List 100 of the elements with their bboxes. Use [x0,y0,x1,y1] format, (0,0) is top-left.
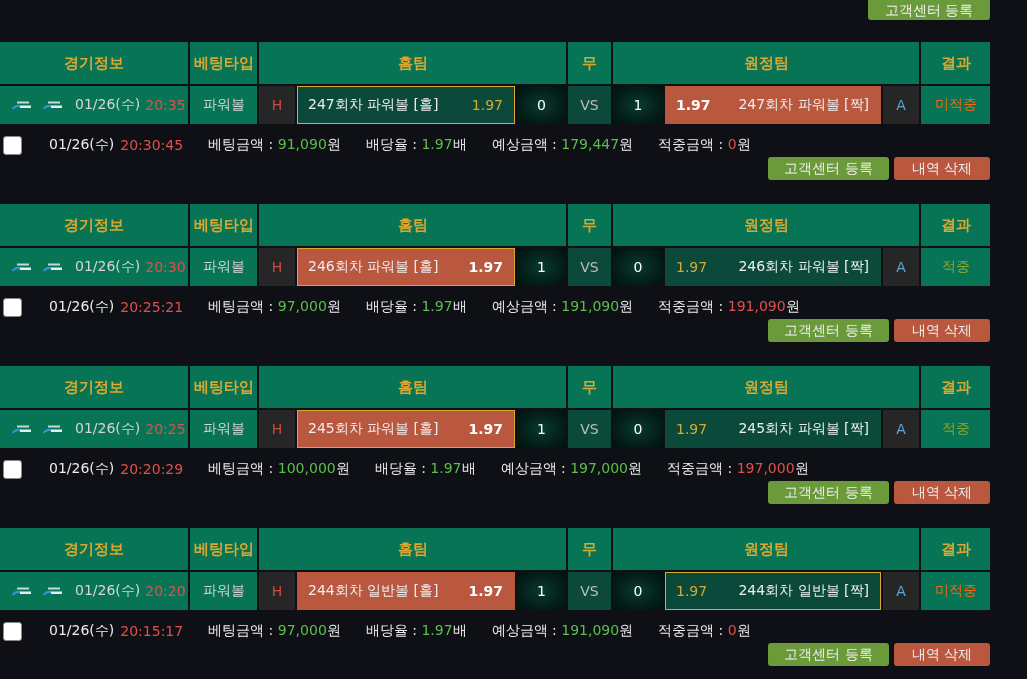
column-header: 홈팀 [259,42,566,84]
pick-label: 244회차 일반볼 [짝] [738,582,869,600]
summary-text: 예상금액 : 191,090원 [491,622,634,640]
support-button[interactable]: 고객센터 등록 [768,643,889,666]
support-button[interactable]: 고객센터 등록 [768,157,889,180]
summary-text: 배당율 : 1.97배 [365,622,467,640]
summary-text: 배당율 : 1.97배 [365,136,467,154]
column-header: 무 [568,528,611,570]
bet-type-cell: 파워볼 [190,86,257,124]
column-header: 홈팀 [259,528,566,570]
versus-cell: VS [568,248,611,286]
match-date: 01/26(수) [75,582,141,600]
column-header: 경기정보 [0,42,188,84]
support-button[interactable]: 고객센터 등록 [768,319,889,342]
odds-value: 1.97 [468,583,503,599]
odds-value: 1.97 [676,421,708,437]
bet-time: 20:30:45 [120,137,184,153]
summary-text: 적중금액 : 0원 [658,622,751,640]
column-header: 경기정보 [0,366,188,408]
result-cell: 미적중 [921,572,990,610]
column-header: 결과 [921,528,990,570]
swoosh-logo-icon [43,424,63,434]
swoosh-logo-icon [12,586,32,596]
support-button[interactable]: 고객센터 등록 [868,0,990,20]
score-cell: 0 [613,572,663,610]
versus-cell: VS [568,410,611,448]
swoosh-logo-icon [12,262,32,272]
bet-type-cell: 파워볼 [190,248,257,286]
score-cell: 0 [613,248,663,286]
swoosh-logo-icon [43,586,63,596]
odds-value: 1.97 [676,97,711,113]
column-header: 베팅타입 [190,204,257,246]
column-header: 베팅타입 [190,366,257,408]
swoosh-logo-icon [12,100,32,110]
pick-label: 246회차 파워볼 [홀] [308,258,439,276]
checkbox[interactable] [3,135,22,155]
column-header: 원정팀 [613,42,919,84]
summary-text: 예상금액 : 179,447원 [491,136,634,154]
column-header: 경기정보 [0,528,188,570]
match-time: 20:25 [145,421,186,437]
summary-text: 베팅금액 : 91,090원 [208,136,341,154]
odds-value: 1.97 [468,421,503,437]
delete-button[interactable]: 내역 삭제 [894,319,990,342]
odds-value: 1.97 [676,259,708,275]
summary-text: 적중금액 : 197,000원 [667,460,809,478]
column-header: 원정팀 [613,204,919,246]
delete-button[interactable]: 내역 삭제 [894,481,990,504]
summary-text: 베팅금액 : 97,000원 [208,298,341,316]
bet-date: 01/26(수) [49,460,115,478]
swoosh-logo-icon [43,262,63,272]
result-cell: 적중 [921,248,990,286]
versus-cell: VS [568,572,611,610]
summary-text: 배당율 : 1.97배 [374,460,476,478]
away-marker-cell: A [883,248,919,286]
bet-date: 01/26(수) [49,622,115,640]
score-cell: 1 [517,248,566,286]
score-cell: 0 [613,410,663,448]
away-marker-cell: A [883,410,919,448]
away-marker-cell: A [883,86,919,124]
odds-value: 1.97 [471,97,503,113]
versus-cell: VS [568,86,611,124]
column-header: 결과 [921,42,990,84]
match-date: 01/26(수) [75,420,141,438]
home-marker-cell: H [259,572,295,610]
summary-text: 예상금액 : 197,000원 [500,460,643,478]
score-cell: 1 [613,86,663,124]
column-header: 경기정보 [0,204,188,246]
column-header: 홈팀 [259,204,566,246]
bet-time: 20:20:29 [120,461,184,477]
home-marker-cell: H [259,410,295,448]
score-cell: 0 [517,86,566,124]
column-header: 결과 [921,204,990,246]
column-header: 무 [568,366,611,408]
delete-button[interactable]: 내역 삭제 [894,157,990,180]
pick-label: 246회차 파워볼 [짝] [738,258,869,276]
pick-label: 244회차 일반볼 [홀] [308,582,439,600]
away-marker-cell: A [883,572,919,610]
checkbox[interactable] [3,621,22,641]
bet-date: 01/26(수) [49,136,115,154]
swoosh-logo-icon [43,100,63,110]
summary-text: 베팅금액 : 100,000원 [208,460,350,478]
summary-text: 베팅금액 : 97,000원 [208,622,341,640]
checkbox[interactable] [3,459,22,479]
column-header: 원정팀 [613,366,919,408]
support-button[interactable]: 고객센터 등록 [768,481,889,504]
match-time: 20:30 [145,259,186,275]
home-marker-cell: H [259,248,295,286]
column-header: 홈팀 [259,366,566,408]
home-marker-cell: H [259,86,295,124]
pick-label: 247회차 파워볼 [짝] [738,96,869,114]
summary-text: 예상금액 : 191,090원 [491,298,634,316]
bet-time: 20:25:21 [120,299,184,315]
bet-type-cell: 파워볼 [190,572,257,610]
bet-date: 01/26(수) [49,298,115,316]
column-header: 원정팀 [613,528,919,570]
odds-value: 1.97 [676,583,708,599]
delete-button[interactable]: 내역 삭제 [894,643,990,666]
column-header: 무 [568,204,611,246]
checkbox[interactable] [3,297,22,317]
column-header: 베팅타입 [190,528,257,570]
